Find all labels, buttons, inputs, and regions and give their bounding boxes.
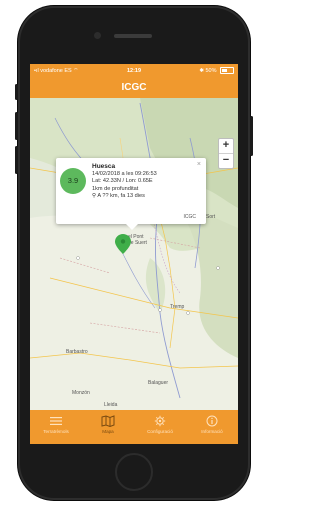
popup-datetime: 14/02/2018 a les 09:26:53 [92,170,157,177]
tab-terratremols[interactable]: Terratrèmols [30,410,82,444]
map-label-lleida: Lleida [104,402,118,408]
map-label-sort: Sort [206,214,216,220]
popup-pointer [126,224,138,230]
tab-label: Configuració [147,429,173,434]
bluetooth-icon: ✱ [199,68,204,74]
app-screen: •ıl vodafone ES ⌔ 12:19 ✱ 50% ICGC el Po… [30,64,238,444]
front-camera [94,32,101,39]
tab-label: Terratrèmols [43,429,69,434]
popup-place-name: Huesca [92,163,116,170]
popup-distance-row: ⚲ A ?? km, fa 13 dies [92,193,157,201]
battery-icon [220,67,234,75]
map-label-barbastro: Barbastro [66,349,88,355]
battery-percent: 50% [205,68,217,74]
map-icon [101,415,115,427]
zoom-out-button[interactable]: − [219,154,233,168]
map-canvas[interactable] [30,98,238,410]
map-label-tremp: Tremp [170,304,185,310]
volume-down-button [15,146,18,174]
zoom-in-button[interactable]: + [219,139,233,154]
phone-frame: •ıl vodafone ES ⌔ 12:19 ✱ 50% ICGC el Po… [15,6,253,500]
earthquake-info-popup: 3.9 × Huesca 14/02/2018 a les 09:26:53 L… [56,158,206,230]
volume-up-button [15,112,18,140]
map-pin-icon [115,234,131,254]
earpiece-speaker [114,34,152,38]
popup-distance: A ?? km, fa 13 dies [97,193,145,199]
popup-details: Huesca 14/02/2018 a les 09:26:53 Lat: 42… [92,163,157,201]
info-icon [206,415,218,427]
popup-close-button[interactable]: × [197,161,201,168]
app-title-bar: ICGC [30,78,238,98]
earthquake-marker-pin[interactable] [115,234,131,254]
map-label-monzon: Monzón [72,390,90,396]
battery-indicator: ✱ 50% [199,64,234,78]
popup-credit: ICGC [183,214,197,220]
map-view[interactable]: el Pont de Suert Sort Tremp Barbastro Mo… [30,98,238,410]
status-bar: •ıl vodafone ES ⌔ 12:19 ✱ 50% [30,64,238,78]
app-title: ICGC [121,82,147,93]
gear-icon [154,415,166,427]
tab-configuracio[interactable]: Configuració [134,410,186,444]
location-pin-icon: ⚲ [92,193,97,199]
map-label-balaguer: Balaguer [148,380,169,386]
mute-switch [15,84,18,100]
tab-mapa[interactable]: Mapa [82,410,134,444]
tab-informacio[interactable]: Informació [186,410,238,444]
popup-coordinates: Lat: 42.33N / Lon: 0.65E [92,178,153,184]
bottom-tab-bar: Terratrèmols Mapa Configuració Informaci… [30,410,238,444]
power-button [250,116,253,156]
list-icon [50,417,62,425]
magnitude-badge: 3.9 [60,168,86,194]
zoom-control: + − [218,138,234,169]
home-button[interactable] [115,453,153,491]
popup-depth: 1km de profunditat [92,185,139,192]
tab-label: Informació [201,429,223,434]
tab-label: Mapa [102,429,114,434]
